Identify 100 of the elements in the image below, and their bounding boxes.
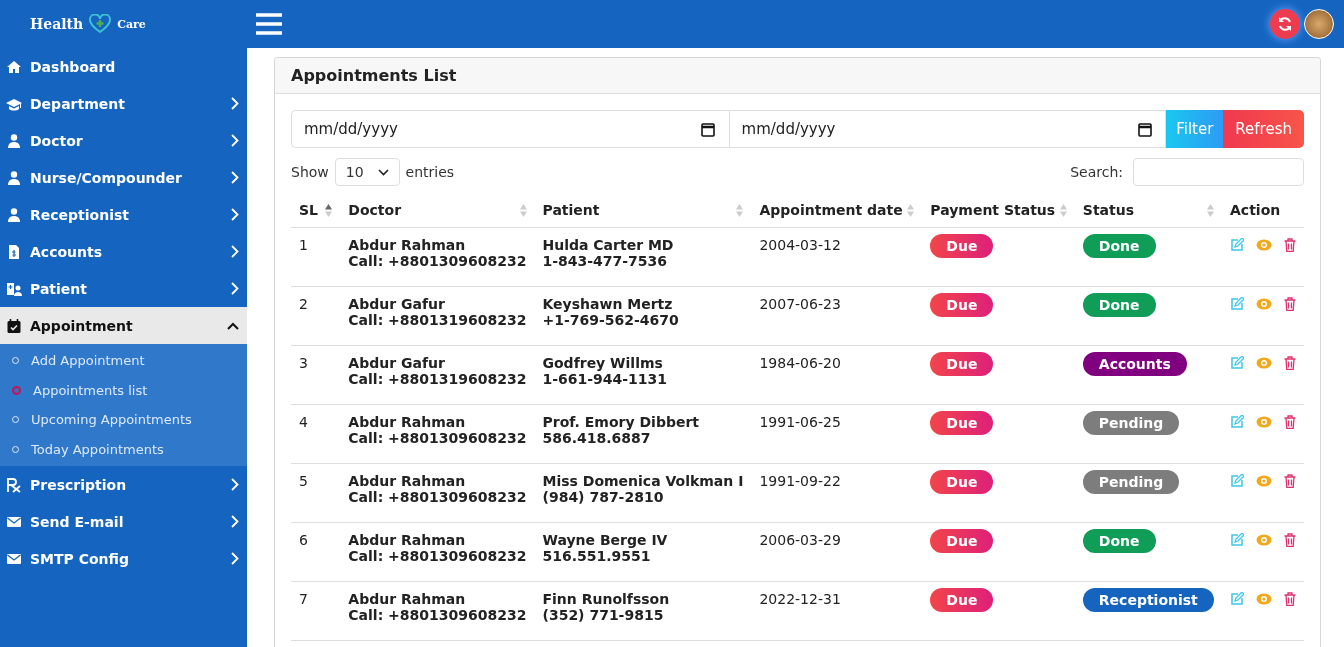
patient-phone: (352) 771-9815 — [542, 607, 665, 623]
doctor-phone: Call: +8801309608232 — [348, 253, 527, 269]
eye-icon[interactable] — [1256, 475, 1272, 487]
home-icon — [6, 58, 22, 75]
doctor-name: Abdur Gafur — [348, 355, 446, 371]
prescription-icon — [6, 476, 22, 493]
submenu-item[interactable]: Upcoming Appointments — [0, 405, 247, 435]
invoice-icon — [6, 243, 22, 260]
payment-status-badge: Due — [930, 411, 994, 435]
sidebar-item[interactable]: Patient — [0, 270, 247, 307]
sidebar-item[interactable]: Nurse/Compounder — [0, 159, 247, 196]
table-cell: 5 — [299, 473, 308, 489]
calendar-icon[interactable] — [700, 122, 715, 137]
entries-select[interactable]: 10 — [334, 158, 400, 186]
chevron-down-icon — [377, 168, 389, 176]
column-header[interactable]: SL — [299, 202, 318, 218]
patient-name: Wayne Berge IV — [542, 532, 669, 548]
entries-label: entries — [405, 164, 455, 180]
eye-icon[interactable] — [1256, 593, 1272, 605]
calendar-icon[interactable] — [1138, 122, 1153, 137]
eye-icon[interactable] — [1256, 416, 1272, 428]
date-field[interactable]: mm/dd/yyyy — [728, 110, 1167, 148]
edit-icon[interactable] — [1230, 592, 1244, 606]
payment-status-badge: Due — [930, 529, 994, 553]
table-cell: 7 — [299, 591, 308, 607]
trash-icon[interactable] — [1284, 533, 1296, 547]
edit-icon[interactable] — [1230, 238, 1244, 252]
doctor-name: Abdur Rahman — [348, 237, 467, 253]
edit-icon[interactable] — [1230, 474, 1244, 488]
doctor-phone: Call: +8801319608232 — [348, 371, 527, 387]
refresh-button[interactable]: Refresh — [1223, 110, 1304, 148]
sidebar-item[interactable]: Doctor — [0, 122, 247, 159]
person-icon — [6, 206, 22, 223]
edit-icon[interactable] — [1230, 415, 1244, 429]
table-cell: 2022-12-31 — [759, 591, 841, 607]
payment-status-badge: Due — [930, 352, 994, 376]
trash-icon[interactable] — [1284, 415, 1296, 429]
patient-name: Keyshawn Mertz — [542, 296, 674, 312]
trash-icon[interactable] — [1284, 297, 1296, 311]
submenu-item[interactable]: Add Appointment — [0, 346, 247, 376]
status-badge: Pending — [1082, 411, 1180, 435]
edit-icon[interactable] — [1230, 533, 1244, 547]
patient-phone: 586.418.6887 — [542, 430, 652, 446]
sidebar-item[interactable]: Accounts — [0, 233, 247, 270]
card-title: Appointments List — [275, 58, 1320, 94]
sidebar-item[interactable]: Dashboard — [0, 48, 247, 85]
menu-icon[interactable] — [255, 12, 283, 36]
trash-icon[interactable] — [1284, 356, 1296, 370]
sidebar-item[interactable]: Department — [0, 85, 247, 122]
eye-icon[interactable] — [1256, 239, 1272, 251]
sidebar-item[interactable]: Send E-mail — [0, 503, 247, 541]
trash-icon[interactable] — [1284, 238, 1296, 252]
status-badge: Pending — [1082, 470, 1180, 494]
heart-logo-icon — [89, 14, 112, 34]
payment-status-badge: Due — [930, 470, 994, 494]
sidebar-item[interactable]: Receptionist — [0, 196, 247, 233]
column-header[interactable]: Patient — [542, 202, 600, 218]
doctor-name: Abdur Rahman — [348, 532, 467, 548]
show-label: Show — [291, 164, 329, 180]
brand-name: Care — [117, 17, 146, 31]
column-header[interactable]: Payment Status — [930, 202, 1056, 218]
column-header[interactable]: Doctor — [348, 202, 402, 218]
doctor-phone: Call: +8801309608232 — [348, 607, 527, 623]
status-badge: Done — [1082, 234, 1156, 258]
doctor-phone: Call: +8801309608232 — [348, 430, 527, 446]
status-badge: Receptionist — [1082, 588, 1214, 612]
doctor-phone: Call: +8801309608232 — [348, 548, 527, 564]
table-cell: 1991-06-25 — [759, 414, 841, 430]
sort-icon[interactable] — [325, 203, 333, 217]
eye-icon[interactable] — [1256, 357, 1272, 369]
submenu-item[interactable]: Appointments list — [0, 375, 247, 406]
avatar[interactable] — [1304, 9, 1334, 39]
sidebar-item[interactable]: Prescription — [0, 466, 247, 504]
patient-name: Godfrey Willms — [542, 355, 664, 371]
trash-icon[interactable] — [1284, 474, 1296, 488]
person-icon — [6, 169, 22, 186]
doctor-name: Abdur Rahman — [348, 414, 467, 430]
doctor-name: Abdur Rahman — [348, 473, 467, 489]
sidebar-item[interactable]: SMTP Config — [0, 540, 247, 578]
table-cell: 3 — [299, 355, 308, 371]
patient-phone: 1-843-477-7536 — [542, 253, 669, 269]
date-field[interactable]: mm/dd/yyyy — [291, 110, 729, 148]
eye-icon[interactable] — [1256, 534, 1272, 546]
doctor-phone: Call: +8801309608232 — [348, 489, 527, 505]
refresh-button[interactable] — [1270, 9, 1300, 39]
sidebar-item[interactable]: Appointment — [0, 307, 247, 344]
edit-icon[interactable] — [1230, 297, 1244, 311]
status-badge: Accounts — [1082, 352, 1187, 376]
patient-icon — [6, 280, 22, 297]
eye-icon[interactable] — [1256, 298, 1272, 310]
column-header: Action — [1230, 202, 1281, 218]
payment-status-badge: Due — [930, 234, 994, 258]
edit-icon[interactable] — [1230, 356, 1244, 370]
payment-status-badge: Due — [930, 588, 994, 612]
column-header[interactable]: Status — [1082, 202, 1135, 218]
submenu-item[interactable]: Today Appointments — [0, 434, 247, 465]
search-field[interactable] — [1133, 158, 1304, 186]
trash-icon[interactable] — [1284, 592, 1296, 606]
refresh-icon — [1277, 16, 1293, 32]
column-header[interactable]: Appointment date — [759, 202, 903, 218]
